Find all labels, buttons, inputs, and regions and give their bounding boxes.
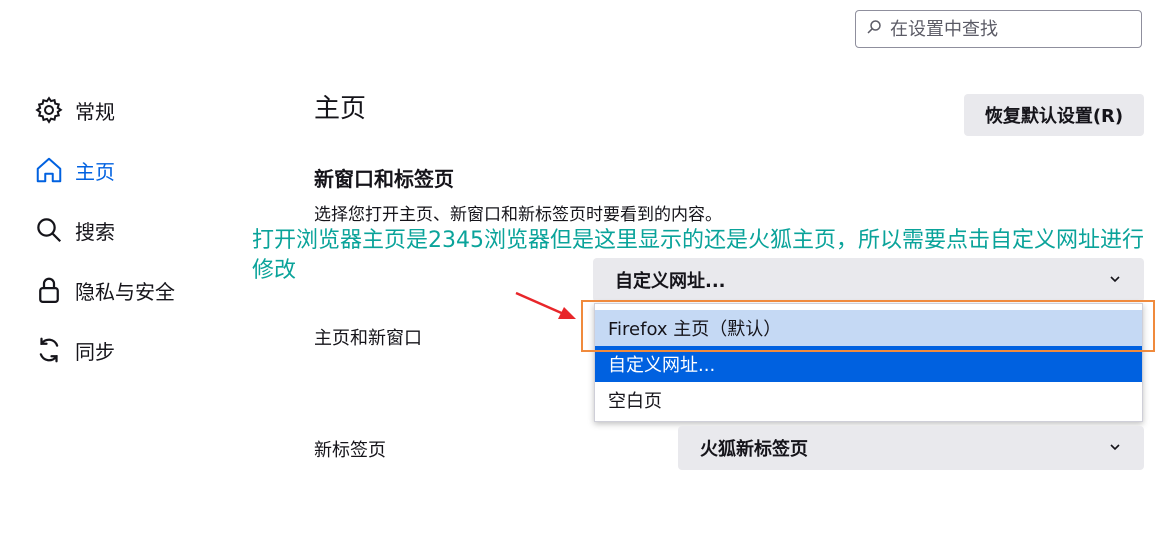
homepage-option-firefox[interactable]: Firefox 主页（默认） bbox=[595, 310, 1142, 346]
restore-defaults-button[interactable]: 恢复默认设置(R) bbox=[964, 94, 1144, 136]
chevron-down-icon bbox=[1108, 270, 1122, 291]
homepage-select-value: 自定义网址... bbox=[615, 271, 726, 292]
annotation-arrow-icon bbox=[515, 291, 576, 319]
sidebar-item-sync[interactable]: 同步 bbox=[33, 320, 175, 380]
homepage-label: 主页和新窗口 bbox=[314, 328, 422, 349]
sidebar: 常规 主页 搜索 隐私与安全 同步 bbox=[33, 80, 175, 380]
homepage-option-custom[interactable]: 自定义网址... bbox=[595, 346, 1142, 382]
search-icon bbox=[33, 214, 65, 246]
home-icon bbox=[33, 154, 65, 186]
sync-icon bbox=[33, 334, 65, 366]
sidebar-item-privacy[interactable]: 隐私与安全 bbox=[33, 260, 175, 320]
homepage-select[interactable]: 自定义网址... bbox=[593, 258, 1144, 302]
newtab-select[interactable]: 火狐新标签页 bbox=[678, 426, 1144, 470]
section-description: 选择您打开主页、新窗口和新标签页时要看到的内容。 bbox=[314, 205, 722, 225]
search-icon bbox=[866, 19, 882, 40]
gear-icon bbox=[33, 94, 65, 126]
sidebar-item-general[interactable]: 常规 bbox=[33, 80, 175, 140]
sidebar-item-search[interactable]: 搜索 bbox=[33, 200, 175, 260]
page-title: 主页 bbox=[314, 94, 367, 124]
newtab-select-value: 火狐新标签页 bbox=[700, 439, 808, 460]
sidebar-item-home[interactable]: 主页 bbox=[33, 140, 175, 200]
sidebar-item-label: 同步 bbox=[75, 339, 115, 364]
section-title: 新窗口和标签页 bbox=[314, 167, 454, 191]
settings-search[interactable] bbox=[855, 10, 1142, 48]
chevron-down-icon bbox=[1108, 438, 1122, 459]
lock-icon bbox=[33, 274, 65, 306]
homepage-option-blank[interactable]: 空白页 bbox=[595, 382, 1142, 418]
sidebar-item-label: 隐私与安全 bbox=[75, 279, 175, 304]
sidebar-item-label: 主页 bbox=[75, 159, 115, 184]
sidebar-item-label: 搜索 bbox=[75, 219, 115, 244]
homepage-dropdown: Firefox 主页（默认） 自定义网址... 空白页 bbox=[594, 303, 1143, 422]
newtab-label: 新标签页 bbox=[314, 440, 386, 461]
search-input[interactable] bbox=[888, 17, 1132, 41]
sidebar-item-label: 常规 bbox=[75, 99, 115, 124]
